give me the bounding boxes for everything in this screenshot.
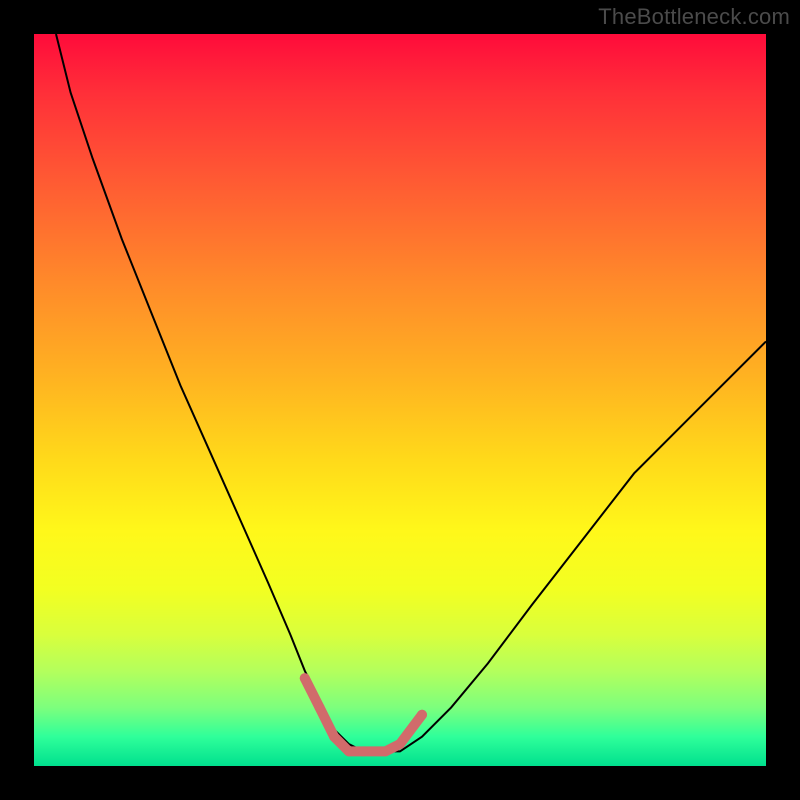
watermark-text: TheBottleneck.com — [598, 4, 790, 30]
valley-marker-dot — [300, 673, 310, 683]
valley-marker-dot — [344, 746, 354, 756]
curve-svg — [34, 34, 766, 766]
valley-marker-dot — [358, 746, 368, 756]
valley-marker-dot — [380, 746, 390, 756]
valley-marker-dot — [417, 710, 427, 720]
valley-marker-dot — [395, 739, 405, 749]
valley-marker-dot — [315, 702, 325, 712]
chart-frame: TheBottleneck.com — [0, 0, 800, 800]
plot-area — [34, 34, 766, 766]
valley-marker-path — [300, 673, 427, 756]
bottleneck-curve-path — [56, 34, 766, 751]
valley-marker-dot — [329, 732, 339, 742]
